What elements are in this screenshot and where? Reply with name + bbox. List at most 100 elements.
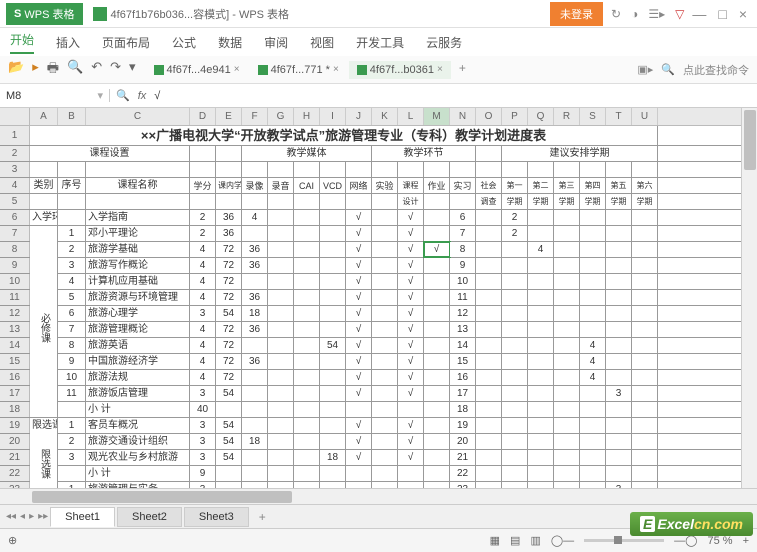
row-header[interactable]: 3: [0, 162, 30, 177]
cell[interactable]: [268, 258, 294, 273]
cell[interactable]: [320, 162, 346, 177]
cell[interactable]: [424, 338, 450, 353]
col-header-J[interactable]: J: [346, 108, 372, 125]
cell[interactable]: 2: [58, 242, 86, 257]
cell[interactable]: [476, 258, 502, 273]
cell[interactable]: [502, 290, 528, 305]
cell[interactable]: 6: [58, 306, 86, 321]
cell[interactable]: [554, 306, 580, 321]
cell[interactable]: [58, 466, 86, 481]
cell[interactable]: [424, 482, 450, 488]
cell[interactable]: 1: [58, 226, 86, 241]
cell[interactable]: [294, 354, 320, 369]
cell[interactable]: [242, 162, 268, 177]
row-header[interactable]: 17: [0, 386, 30, 401]
cell[interactable]: [606, 242, 632, 257]
cell[interactable]: 第四: [580, 178, 606, 193]
cell[interactable]: √: [346, 434, 372, 449]
cell[interactable]: [268, 290, 294, 305]
cell[interactable]: √: [398, 434, 424, 449]
cell[interactable]: [528, 354, 554, 369]
cell[interactable]: √: [398, 386, 424, 401]
cell[interactable]: [372, 162, 398, 177]
select-all-corner[interactable]: [0, 108, 30, 125]
cell[interactable]: [580, 418, 606, 433]
preview-icon[interactable]: 🔍: [67, 59, 83, 81]
cell[interactable]: 12: [450, 306, 476, 321]
row-header[interactable]: 15: [0, 354, 30, 369]
cell[interactable]: 4: [190, 322, 216, 337]
cell[interactable]: 限选课: [30, 418, 58, 433]
cell[interactable]: [502, 322, 528, 337]
cell[interactable]: [606, 290, 632, 305]
cell[interactable]: [268, 194, 294, 209]
cell[interactable]: [554, 162, 580, 177]
cell[interactable]: [242, 418, 268, 433]
zoom-value[interactable]: 75 %: [707, 535, 732, 547]
cell[interactable]: [632, 386, 658, 401]
cell[interactable]: [606, 258, 632, 273]
cell[interactable]: 录像: [242, 178, 268, 193]
col-header-A[interactable]: A: [30, 108, 58, 125]
cell[interactable]: [632, 466, 658, 481]
cell[interactable]: [424, 258, 450, 273]
cell[interactable]: [398, 482, 424, 488]
cell[interactable]: 学分: [190, 178, 216, 193]
cell[interactable]: [502, 306, 528, 321]
cell[interactable]: [424, 354, 450, 369]
cell[interactable]: 11: [58, 386, 86, 401]
cell[interactable]: [294, 290, 320, 305]
cell[interactable]: 23: [450, 482, 476, 488]
cell[interactable]: [30, 162, 58, 177]
cell[interactable]: [294, 322, 320, 337]
cell[interactable]: [580, 226, 606, 241]
cell[interactable]: [606, 338, 632, 353]
cell[interactable]: [216, 482, 242, 488]
cell[interactable]: [424, 210, 450, 225]
cell[interactable]: [528, 434, 554, 449]
cell[interactable]: [554, 466, 580, 481]
cell[interactable]: 课内学时: [216, 178, 242, 193]
col-header-O[interactable]: O: [476, 108, 502, 125]
cell[interactable]: 3: [58, 258, 86, 273]
maximize-button[interactable]: □: [718, 6, 726, 22]
cell[interactable]: [372, 370, 398, 385]
cell[interactable]: √: [346, 386, 372, 401]
zoom-slider[interactable]: [584, 539, 664, 542]
cell[interactable]: [320, 242, 346, 257]
cell[interactable]: [554, 242, 580, 257]
cell[interactable]: 4: [242, 210, 268, 225]
cell[interactable]: [606, 466, 632, 481]
cell[interactable]: [632, 418, 658, 433]
name-box[interactable]: M8▾: [0, 89, 110, 102]
cell[interactable]: 学期: [632, 194, 658, 209]
row-header[interactable]: 10: [0, 274, 30, 289]
cell[interactable]: [528, 226, 554, 241]
cell[interactable]: 4: [58, 274, 86, 289]
cell[interactable]: 课程: [398, 178, 424, 193]
cell[interactable]: [268, 226, 294, 241]
cell[interactable]: [372, 194, 398, 209]
cell[interactable]: [294, 370, 320, 385]
cell[interactable]: √: [398, 338, 424, 353]
cell[interactable]: [242, 466, 268, 481]
cell[interactable]: √: [398, 418, 424, 433]
grid-body[interactable]: 1××广播电视大学“开放教学试点”旅游管理专业（专科）教学计划进度表2课程设置教…: [0, 126, 757, 488]
cell[interactable]: 教学环节: [372, 146, 476, 161]
row-header[interactable]: 11: [0, 290, 30, 305]
cell[interactable]: [580, 466, 606, 481]
col-header-G[interactable]: G: [268, 108, 294, 125]
search-icon[interactable]: 🔍: [661, 63, 675, 76]
cell[interactable]: [320, 402, 346, 417]
cell[interactable]: 第二: [528, 178, 554, 193]
row-header[interactable]: 21: [0, 450, 30, 465]
col-header-B[interactable]: B: [58, 108, 86, 125]
cell[interactable]: 16: [450, 370, 476, 385]
menu-dev[interactable]: 开发工具: [356, 34, 404, 51]
skin-icon[interactable]: ▽: [675, 7, 684, 21]
cell[interactable]: [502, 402, 528, 417]
cell[interactable]: [320, 194, 346, 209]
cell[interactable]: [424, 402, 450, 417]
cell[interactable]: [554, 418, 580, 433]
cell[interactable]: [476, 450, 502, 465]
